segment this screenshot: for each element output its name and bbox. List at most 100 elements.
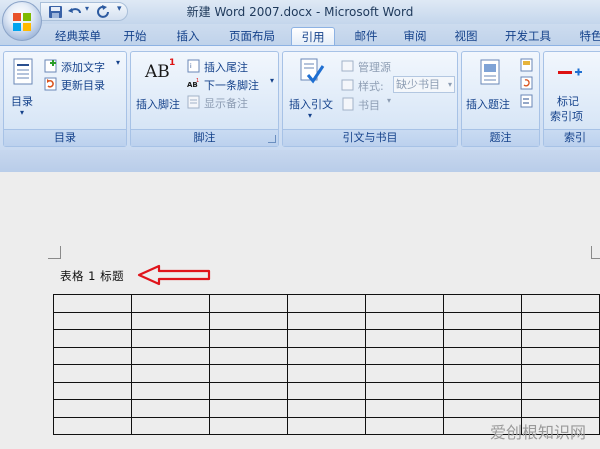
mark-entry-icon (558, 68, 582, 76)
tab-references[interactable]: 引用 (291, 27, 335, 46)
insert-caption-button[interactable]: 插入题注 (465, 56, 519, 126)
tab-home[interactable]: 开始 (118, 27, 152, 46)
table-cell[interactable] (209, 364, 288, 383)
insert-footnote-button[interactable]: AB 1 插入脚注 (134, 56, 184, 126)
tab-review[interactable]: 审阅 (398, 27, 432, 46)
table-cell[interactable] (365, 311, 444, 330)
style-dropdown[interactable]: 缺少书目 ▾ (393, 76, 455, 93)
table-cell[interactable] (131, 294, 210, 313)
cross-reference-icon[interactable] (520, 94, 534, 108)
tab-special[interactable]: 特色 (574, 27, 600, 46)
table-cell[interactable] (365, 294, 444, 313)
update-toc-button[interactable]: 更新目录 (44, 76, 124, 92)
dialog-launcher-icon[interactable] (268, 135, 276, 143)
table-cell[interactable] (521, 311, 600, 330)
table-cell[interactable] (521, 364, 600, 383)
table-cell[interactable] (443, 329, 522, 348)
table-cell[interactable] (443, 294, 522, 313)
table-cell[interactable] (521, 329, 600, 348)
add-text-label: 添加文字 (61, 61, 105, 74)
table-cell[interactable] (131, 364, 210, 383)
mark-entry-button[interactable]: 标记 索引项 (547, 56, 595, 126)
table-caption-text[interactable]: 表格 1 标题 (60, 268, 124, 284)
show-notes-label: 显示备注 (204, 97, 248, 110)
table-cell[interactable] (209, 294, 288, 313)
table-cell[interactable] (53, 381, 132, 400)
update-icon (44, 77, 57, 91)
tab-page-layout[interactable]: 页面布局 (226, 27, 278, 46)
tab-insert[interactable]: 插入 (171, 27, 205, 46)
table-cell[interactable] (53, 399, 132, 418)
table-cell[interactable] (365, 381, 444, 400)
ribbon: 目录 ▾ 添加文字 ▾ 更新目录 目录 AB 1 插入脚注 i 插入尾注 AB … (0, 45, 600, 150)
tab-view[interactable]: 视图 (449, 27, 483, 46)
add-text-button[interactable]: 添加文字 ▾ (44, 58, 124, 74)
manage-sources-label: 管理源 (358, 61, 391, 74)
table-cell[interactable] (209, 399, 288, 418)
insert-table-of-figures-icon[interactable] (520, 58, 534, 72)
footnote-ab-icon: AB (145, 62, 170, 82)
table-cell[interactable] (365, 416, 444, 435)
table-cell[interactable] (209, 329, 288, 348)
table-cell[interactable] (209, 416, 288, 435)
show-notes-button[interactable]: 显示备注 (187, 94, 267, 110)
insert-endnote-button[interactable]: i 插入尾注 (187, 58, 275, 74)
table-cell[interactable] (521, 346, 600, 365)
table-cell[interactable] (131, 329, 210, 348)
table-cell[interactable] (521, 294, 600, 313)
insert-caption-icon (480, 59, 500, 85)
office-button[interactable] (2, 1, 42, 41)
table-cell[interactable] (131, 346, 210, 365)
tab-developer[interactable]: 开发工具 (500, 27, 556, 46)
table-cell[interactable] (131, 416, 210, 435)
table-cell[interactable] (443, 364, 522, 383)
table-cell[interactable] (287, 364, 366, 383)
table-cell[interactable] (365, 399, 444, 418)
table-cell[interactable] (131, 381, 210, 400)
table-cell[interactable] (131, 311, 210, 330)
table-cell[interactable] (53, 346, 132, 365)
table-cell[interactable] (443, 311, 522, 330)
table-cell[interactable] (53, 364, 132, 383)
table-cell[interactable] (443, 346, 522, 365)
insert-endnote-label: 插入尾注 (204, 61, 248, 74)
bibliography-button[interactable]: 书目 ▾ (341, 96, 401, 112)
table-cell[interactable] (287, 329, 366, 348)
table-cell[interactable] (287, 416, 366, 435)
table-cell[interactable] (521, 399, 600, 418)
insert-citation-button[interactable]: 插入引文 ▾ (286, 56, 338, 126)
table-cell[interactable] (365, 364, 444, 383)
table-cell[interactable] (443, 399, 522, 418)
chevron-down-icon: ▾ (20, 108, 25, 117)
chevron-down-icon: ▾ (447, 80, 452, 89)
table-cell[interactable] (521, 381, 600, 400)
table-cell[interactable] (53, 294, 132, 313)
table-cell[interactable] (365, 346, 444, 365)
table-cell[interactable] (287, 294, 366, 313)
table-cell[interactable] (443, 381, 522, 400)
table-cell[interactable] (365, 329, 444, 348)
next-footnote-icon: AB 1 (187, 78, 199, 89)
tab-mailings[interactable]: 邮件 (349, 27, 383, 46)
update-table-icon[interactable] (520, 76, 534, 90)
table-cell[interactable] (287, 399, 366, 418)
table-cell[interactable] (131, 399, 210, 418)
table-cell[interactable] (53, 416, 132, 435)
table-cell[interactable] (287, 346, 366, 365)
table-cell[interactable] (53, 329, 132, 348)
table-cell[interactable] (287, 311, 366, 330)
table-cell[interactable] (209, 381, 288, 400)
manage-sources-icon (341, 60, 354, 72)
toc-button[interactable]: 目录 ▾ (7, 56, 41, 126)
document-table[interactable] (53, 294, 600, 435)
table-cell[interactable] (53, 311, 132, 330)
table-cell[interactable] (287, 381, 366, 400)
manage-sources-button[interactable]: 管理源 (341, 58, 421, 74)
tab-classic-menu[interactable]: 经典菜单 (52, 27, 104, 46)
toc-icon (13, 58, 33, 85)
table-cell[interactable] (209, 311, 288, 330)
crop-mark (591, 258, 600, 259)
next-footnote-button[interactable]: AB 1 下一条脚注 ▾ (187, 76, 279, 92)
group-table-of-contents: 目录 ▾ 添加文字 ▾ 更新目录 目录 (3, 51, 127, 147)
table-cell[interactable] (209, 346, 288, 365)
